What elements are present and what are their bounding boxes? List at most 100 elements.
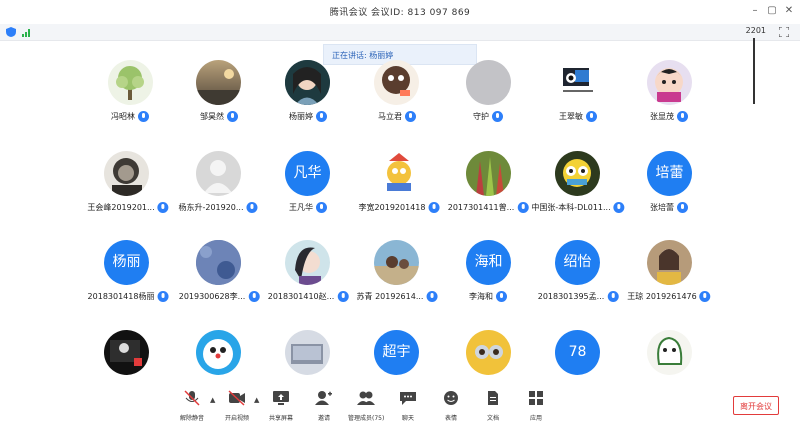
participant-name: 2019300628李... — [179, 290, 260, 302]
share-label: 共享屏幕 — [268, 415, 293, 422]
microphone-icon — [699, 290, 711, 302]
document-icon — [488, 391, 498, 405]
camera-off-icon — [228, 390, 245, 406]
avatar[interactable] — [377, 151, 422, 196]
signal-icon[interactable] — [22, 27, 32, 37]
participant-name: 李宽2019201418 — [359, 201, 440, 213]
avatar[interactable] — [196, 60, 241, 105]
mute-label: 解除静音 — [179, 415, 204, 422]
members-icon — [357, 391, 375, 405]
invite-label: 邀请 — [317, 415, 330, 422]
avatar[interactable]: 78 — [555, 330, 600, 375]
avatar[interactable]: 杨丽 — [104, 240, 149, 285]
chevron-up-icon[interactable]: ▲ — [210, 396, 215, 404]
avatar[interactable] — [647, 60, 692, 105]
participant-name: 李海和 — [469, 290, 507, 302]
avatar[interactable] — [104, 330, 149, 375]
avatar[interactable] — [104, 151, 149, 196]
avatar[interactable]: 超宇 — [374, 330, 419, 375]
apps-button[interactable]: 应用 — [518, 390, 554, 422]
avatar[interactable] — [555, 151, 600, 196]
invite-button[interactable]: 邀请 — [306, 390, 342, 422]
chat-button[interactable]: 聊天 — [390, 390, 426, 422]
documents-button[interactable]: 文档 — [475, 390, 511, 422]
meeting-timer: 2201 — [745, 26, 766, 35]
microphone-off-icon — [184, 390, 200, 406]
video-label: 开启视频 — [224, 415, 249, 422]
apps-label: 应用 — [529, 415, 542, 422]
screen-share-icon — [273, 391, 289, 405]
close-icon[interactable]: ✕ — [782, 4, 796, 18]
microphone-icon — [426, 290, 438, 302]
microphone-icon — [337, 290, 349, 302]
avatar[interactable] — [285, 240, 330, 285]
participant-name: 王凡华 — [289, 201, 327, 213]
microphone-icon — [613, 201, 625, 213]
chevron-up-icon[interactable]: ▲ — [254, 396, 259, 404]
grid-icon — [529, 391, 543, 405]
minimize-icon[interactable]: – — [748, 4, 762, 18]
title-bar: 腾讯会议 会议ID: 813 097 869 – ▢ ✕ — [0, 0, 800, 24]
microphone-icon — [492, 110, 503, 122]
participant-name: 杨丽婷 — [289, 110, 327, 122]
participant-name: 邹昊然 — [200, 110, 238, 122]
members-label: 管理成员(75) — [348, 415, 385, 422]
participant-name: 杨东升-201920... — [178, 201, 258, 213]
avatar[interactable] — [196, 330, 241, 375]
avatar[interactable] — [196, 240, 241, 285]
share-screen-button[interactable]: 共享屏幕 — [263, 390, 299, 422]
participant-name: 冯昭林 — [111, 110, 149, 122]
add-user-icon — [315, 391, 332, 405]
participant-name: 2018301410赵... — [268, 290, 349, 302]
participant-name: 王琼 2019261476 — [627, 290, 711, 302]
documents-label: 文档 — [486, 415, 499, 422]
microphone-icon — [246, 201, 258, 213]
avatar[interactable]: 凡华 — [285, 151, 330, 196]
status-bar — [0, 24, 800, 41]
smiley-icon — [444, 391, 458, 405]
reactions-label: 表情 — [444, 415, 457, 422]
avatar[interactable]: 培蕾 — [647, 151, 692, 196]
microphone-icon — [157, 290, 169, 302]
avatar[interactable] — [374, 240, 419, 285]
microphone-icon — [405, 110, 416, 122]
avatar[interactable]: 海和 — [466, 240, 511, 285]
maximize-icon[interactable]: ▢ — [765, 4, 779, 18]
chat-label: 聊天 — [401, 415, 414, 422]
avatar[interactable] — [466, 60, 511, 105]
video-button[interactable]: 开启视频 — [219, 390, 255, 422]
microphone-icon — [517, 201, 529, 213]
avatar[interactable] — [196, 151, 241, 196]
manage-members-button[interactable]: 管理成员(75) — [348, 390, 384, 422]
reactions-button[interactable]: 表情 — [433, 390, 469, 422]
participant-name: 王翠敏 — [559, 110, 597, 122]
avatar[interactable] — [555, 60, 600, 105]
participant-name: 2017301411曾... — [448, 201, 529, 213]
avatar[interactable] — [466, 330, 511, 375]
participant-name: 2018301418杨丽 — [88, 290, 169, 302]
participant-name: 张培蕾 — [650, 201, 688, 213]
participant-name: 张显茂 — [650, 110, 688, 122]
leave-meeting-button[interactable]: 离开会议 — [733, 396, 779, 415]
avatar[interactable] — [285, 60, 330, 105]
avatar[interactable] — [108, 60, 153, 105]
participant-name: 中国张-本科-DL011... — [531, 201, 625, 213]
scrollbar[interactable] — [753, 38, 755, 104]
avatar[interactable]: 绍怡 — [555, 240, 600, 285]
participant-name: 2018301395孟... — [538, 290, 619, 302]
participant-name: 守护 — [473, 110, 503, 122]
microphone-icon — [248, 290, 260, 302]
participant-name: 马立君 — [378, 110, 416, 122]
avatar[interactable] — [647, 330, 692, 375]
avatar[interactable] — [466, 151, 511, 196]
avatar[interactable] — [285, 330, 330, 375]
microphone-icon — [428, 201, 440, 213]
avatar[interactable] — [647, 240, 692, 285]
avatar[interactable] — [374, 60, 419, 105]
mute-button[interactable]: 解除静音 — [174, 390, 210, 422]
microphone-icon — [496, 290, 507, 302]
microphone-icon — [227, 110, 238, 122]
microphone-icon — [138, 110, 149, 122]
fullscreen-icon[interactable] — [779, 27, 789, 37]
shield-icon[interactable] — [6, 27, 16, 37]
